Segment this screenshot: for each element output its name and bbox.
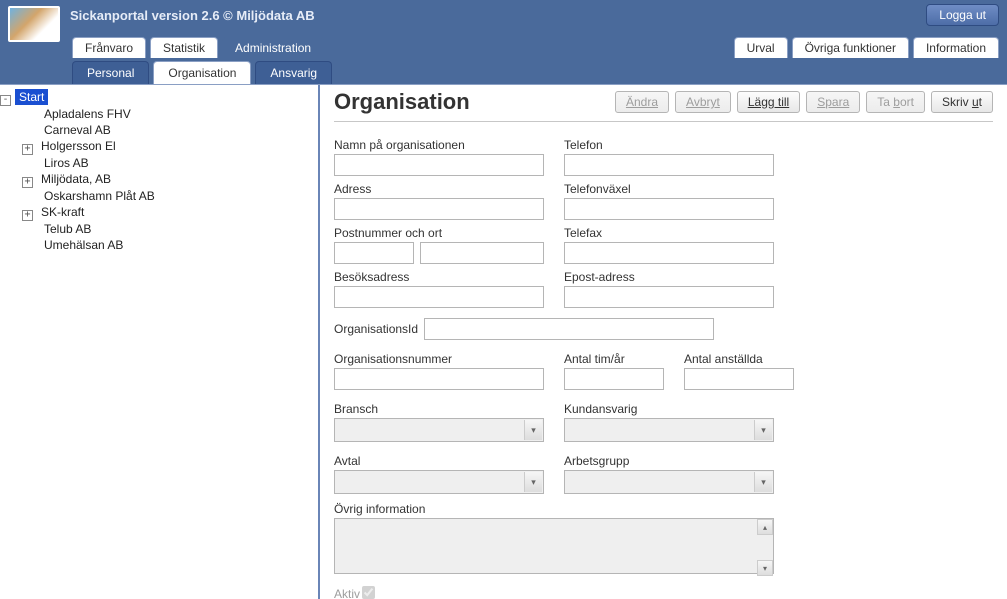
logout-button[interactable]: Logga ut: [926, 4, 999, 26]
subtab-organisation[interactable]: Organisation: [153, 61, 251, 84]
input-visit-address[interactable]: [334, 286, 544, 308]
input-fax[interactable]: [564, 242, 774, 264]
scroll-up-icon[interactable]: ▴: [757, 519, 773, 535]
combo-industry[interactable]: ▾: [334, 418, 544, 442]
tree-collapse-icon[interactable]: -: [0, 95, 11, 106]
tree-item[interactable]: Liros AB: [40, 155, 93, 171]
app-logo: [8, 6, 60, 42]
subtab-personal[interactable]: Personal: [72, 61, 149, 84]
label-org-number: Organisationsnummer: [334, 352, 544, 366]
tree-item[interactable]: Umehälsan AB: [40, 237, 127, 253]
combo-workgroup[interactable]: ▾: [564, 470, 774, 494]
tree-root-label[interactable]: Start: [15, 89, 48, 105]
input-email[interactable]: [564, 286, 774, 308]
input-hours-year[interactable]: [564, 368, 664, 390]
edit-button[interactable]: Ändra: [615, 91, 669, 113]
label-visit-address: Besöksadress: [334, 270, 544, 284]
tab-administration[interactable]: Administration: [222, 37, 324, 58]
add-button[interactable]: Lägg till: [737, 91, 800, 113]
org-tree-panel: -StartApladalens FHVCarneval AB + Holgerss…: [0, 85, 320, 599]
label-hours-year: Antal tim/år: [564, 352, 664, 366]
input-phone[interactable]: [564, 154, 774, 176]
combo-contract[interactable]: ▾: [334, 470, 544, 494]
scroll-down-icon[interactable]: ▾: [757, 560, 773, 576]
tree-item[interactable]: Miljödata, AB: [37, 171, 115, 187]
label-postcode-city: Postnummer och ort: [334, 226, 544, 240]
input-postcode[interactable]: [334, 242, 414, 264]
label-contract: Avtal: [334, 454, 544, 468]
label-fax: Telefax: [564, 226, 774, 240]
tree-item[interactable]: Apladalens FHV: [40, 106, 135, 122]
textarea-other-info[interactable]: [334, 518, 774, 574]
label-email: Epost-adress: [564, 270, 774, 284]
tab-statistik[interactable]: Statistik: [150, 37, 218, 58]
label-address: Adress: [334, 182, 544, 196]
label-workgroup: Arbetsgrupp: [564, 454, 774, 468]
tab-urval[interactable]: Urval: [734, 37, 788, 58]
save-button[interactable]: Spara: [806, 91, 860, 113]
tree-item[interactable]: SK-kraft: [37, 204, 88, 220]
chevron-down-icon: ▾: [524, 472, 542, 492]
label-industry: Bransch: [334, 402, 544, 416]
print-button[interactable]: Skriv ut: [931, 91, 993, 113]
delete-button[interactable]: Ta bort: [866, 91, 925, 113]
label-active: Aktiv: [334, 587, 360, 599]
tree-item[interactable]: Holgersson El: [37, 138, 120, 154]
tree-item[interactable]: Oskarshamn Plåt AB: [40, 188, 159, 204]
tab-franvaro[interactable]: Frånvaro: [72, 37, 146, 58]
page-title: Organisation: [334, 89, 615, 115]
input-city[interactable]: [420, 242, 544, 264]
input-employees[interactable]: [684, 368, 794, 390]
tree-item[interactable]: Carneval AB: [40, 122, 115, 138]
input-address[interactable]: [334, 198, 544, 220]
sub-tab-bar: PersonalOrganisationAnsvarig: [0, 58, 1007, 84]
chevron-down-icon: ▾: [754, 420, 772, 440]
combo-account-manager[interactable]: ▾: [564, 418, 774, 442]
label-org-id: OrganisationsId: [334, 322, 418, 336]
tab-ovriga[interactable]: Övriga funktioner: [792, 37, 909, 58]
tree-expand-icon[interactable]: +: [22, 144, 33, 155]
tree-expand-icon[interactable]: +: [22, 177, 33, 188]
tree-item[interactable]: Telub AB: [40, 221, 95, 237]
label-other-info: Övrig information: [334, 502, 993, 516]
checkbox-active: [362, 586, 375, 599]
chevron-down-icon: ▾: [524, 420, 542, 440]
label-org-name: Namn på organisationen: [334, 138, 544, 152]
label-switchboard: Telefonväxel: [564, 182, 774, 196]
tab-information[interactable]: Information: [913, 37, 999, 58]
input-org-number[interactable]: [334, 368, 544, 390]
input-org-id[interactable]: [424, 318, 714, 340]
app-title: Sickanportal version 2.6 © Miljödata AB: [70, 4, 315, 23]
cancel-button[interactable]: Avbryt: [675, 91, 731, 113]
label-employees: Antal anställda: [684, 352, 794, 366]
tree-expand-icon[interactable]: +: [22, 210, 33, 221]
label-phone: Telefon: [564, 138, 774, 152]
input-switchboard[interactable]: [564, 198, 774, 220]
chevron-down-icon: ▾: [754, 472, 772, 492]
input-org-name[interactable]: [334, 154, 544, 176]
org-form-panel: Organisation Ändra Avbryt Lägg till Spar…: [320, 85, 1007, 599]
subtab-ansvarig[interactable]: Ansvarig: [255, 61, 332, 84]
label-account-manager: Kundansvarig: [564, 402, 774, 416]
